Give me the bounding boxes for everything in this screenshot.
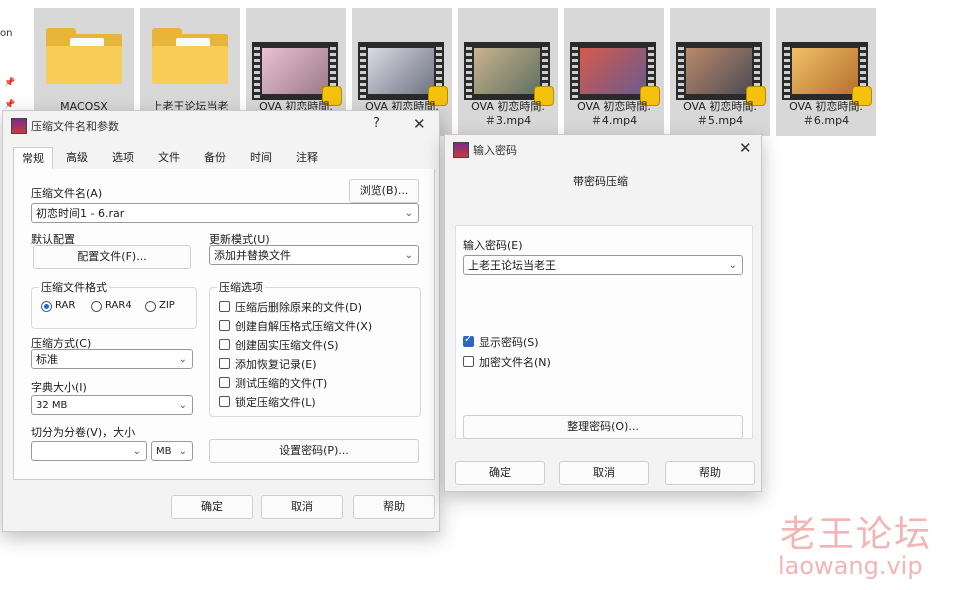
browse-button[interactable]: 浏览(B)... [349,179,419,203]
password-input[interactable]: 上老王论坛当老王 ⌄ [463,255,743,275]
chevron-down-icon[interactable]: ⌄ [179,442,187,462]
show-password-label: 显示密码(S) [479,336,539,349]
video-thumbnail-icon [252,42,342,106]
tab-general[interactable]: 常规 [13,147,53,170]
chevron-down-icon[interactable]: ⌄ [133,442,141,462]
archive-name-field[interactable]: 初恋时间1 - 6.rar ⌄ [31,203,419,223]
tab-backup[interactable]: 备份 [197,147,233,169]
help-icon[interactable]: ? [373,116,380,131]
sfx-label: 创建自解压格式压缩文件(X) [235,320,373,333]
encrypt-names-checkbox[interactable] [463,356,474,367]
password-dialog: 输入密码 ✕ 带密码压缩 输入密码(E) 上老王论坛当老王 ⌄ 显示密码(S) … [444,134,762,492]
item-label: OVA 初恋時間. ＃4.mp4 [577,100,651,127]
archive-dialog-title: 压缩文件名和参数 [31,120,119,133]
method-select[interactable]: 标准 ⌄ [31,349,193,369]
options-group-label: 压缩选项 [217,279,265,295]
video-item[interactable]: OVA 初恋時間. ＃4.mp4 [564,8,664,136]
watermark-url: laowang.vip [778,552,923,580]
format-rar-label: RAR [55,300,76,311]
pin-icon: 📌 [4,100,16,110]
password-dialog-title: 输入密码 [473,144,517,157]
pin-icon: 📌 [4,78,16,88]
test-label: 测试压缩的文件(T) [235,377,328,390]
chevron-down-icon[interactable]: ⌄ [179,396,187,416]
chevron-down-icon[interactable]: ⌄ [179,350,187,370]
video-thumbnail-icon [782,42,872,106]
cancel-button[interactable]: 取消 [261,495,343,519]
password-value: 上老王论坛当老王 [468,259,556,272]
video-item[interactable]: OVA 初恋時間. ＃6.mp4 [776,8,876,136]
format-radio-rar[interactable] [41,301,52,312]
archive-name-value: 初恋时间1 - 6.rar [36,207,125,220]
lock-checkbox[interactable] [219,396,230,407]
archive-dialog-titlebar[interactable]: 压缩文件名和参数 ? ✕ [3,111,439,139]
method-value: 标准 [36,353,58,366]
archive-dialog: 压缩文件名和参数 ? ✕ 常规 高级 选项 文件 备份 时间 注释 压缩文件名(… [2,110,440,532]
chevron-down-icon[interactable]: ⌄ [405,246,413,266]
winrar-icon [11,118,27,134]
archive-tabs: 常规 高级 选项 文件 备份 时间 注释 [13,147,433,170]
format-radio-zip[interactable] [145,301,156,312]
test-checkbox[interactable] [219,377,230,388]
dict-value: 32 MB [36,400,68,411]
folder-icon [46,28,122,84]
organize-passwords-button[interactable]: 整理密码(O)... [463,415,743,439]
delete-after-checkbox[interactable] [219,301,230,312]
close-icon[interactable]: ✕ [413,115,426,133]
item-label: OVA 初恋時間. ＃3.mp4 [471,100,545,127]
item-label: OVA 初恋時間. ＃5.mp4 [683,100,757,127]
dict-select[interactable]: 32 MB ⌄ [31,395,193,415]
lock-label: 锁定压缩文件(L) [235,396,316,409]
video-thumbnail-icon [464,42,554,106]
split-unit: MB [156,446,172,457]
delete-after-label: 压缩后删除原来的文件(D) [235,301,363,314]
update-mode-value: 添加并替换文件 [214,249,291,262]
video-item[interactable]: OVA 初恋時間. ＃5.mp4 [670,8,770,136]
close-icon[interactable]: ✕ [739,139,752,157]
dict-label: 字典大小(I) [31,381,87,394]
format-radio-rar4[interactable] [91,301,102,312]
folder-icon [152,28,228,84]
help-button[interactable]: 帮助 [353,495,435,519]
show-password-checkbox[interactable] [463,334,474,347]
solid-label: 创建固实压缩文件(S) [235,339,339,352]
video-thumbnail-icon [676,42,766,106]
sidebar-label: on [0,28,13,39]
profiles-button[interactable]: 配置文件(F)... [33,245,191,269]
recovery-label: 添加恢复记录(E) [235,358,317,371]
password-dialog-titlebar[interactable]: 输入密码 ✕ [445,135,761,163]
password-label: 输入密码(E) [463,239,523,252]
split-label: 切分为分卷(V)，大小 [31,426,136,439]
format-zip-label: ZIP [159,300,175,311]
split-size-input[interactable]: ⌄ [31,441,147,461]
sfx-checkbox[interactable] [219,320,230,331]
update-mode-select[interactable]: 添加并替换文件 ⌄ [209,245,419,265]
watermark-text: 老王论坛 [780,514,933,555]
video-thumbnail-icon [358,42,448,106]
password-heading: 带密码压缩 [573,175,628,188]
cancel-button[interactable]: 取消 [559,461,649,485]
format-rar4-label: RAR4 [105,300,132,311]
tab-files[interactable]: 文件 [151,147,187,169]
set-password-button[interactable]: 设置密码(P)... [209,439,419,463]
chevron-down-icon[interactable]: ⌄ [729,256,737,276]
format-group-label: 压缩文件格式 [39,279,109,295]
encrypt-names-label: 加密文件名(N) [479,356,551,369]
video-thumbnail-icon [570,42,660,106]
recovery-checkbox[interactable] [219,358,230,369]
item-label: OVA 初恋時間. ＃6.mp4 [789,100,863,127]
solid-checkbox[interactable] [219,339,230,350]
chevron-down-icon[interactable]: ⌄ [405,204,413,224]
tab-options[interactable]: 选项 [105,147,141,169]
tab-time[interactable]: 时间 [243,147,279,169]
video-item[interactable]: OVA 初恋時間. ＃3.mp4 [458,8,558,136]
split-unit-select[interactable]: MB ⌄ [151,441,193,461]
winrar-icon [453,142,469,158]
help-button[interactable]: 帮助 [665,461,755,485]
tab-advanced[interactable]: 高级 [59,147,95,169]
ok-button[interactable]: 确定 [171,495,253,519]
ok-button[interactable]: 确定 [455,461,545,485]
archive-name-label: 压缩文件名(A) [31,187,103,200]
tab-comment[interactable]: 注释 [289,147,325,169]
